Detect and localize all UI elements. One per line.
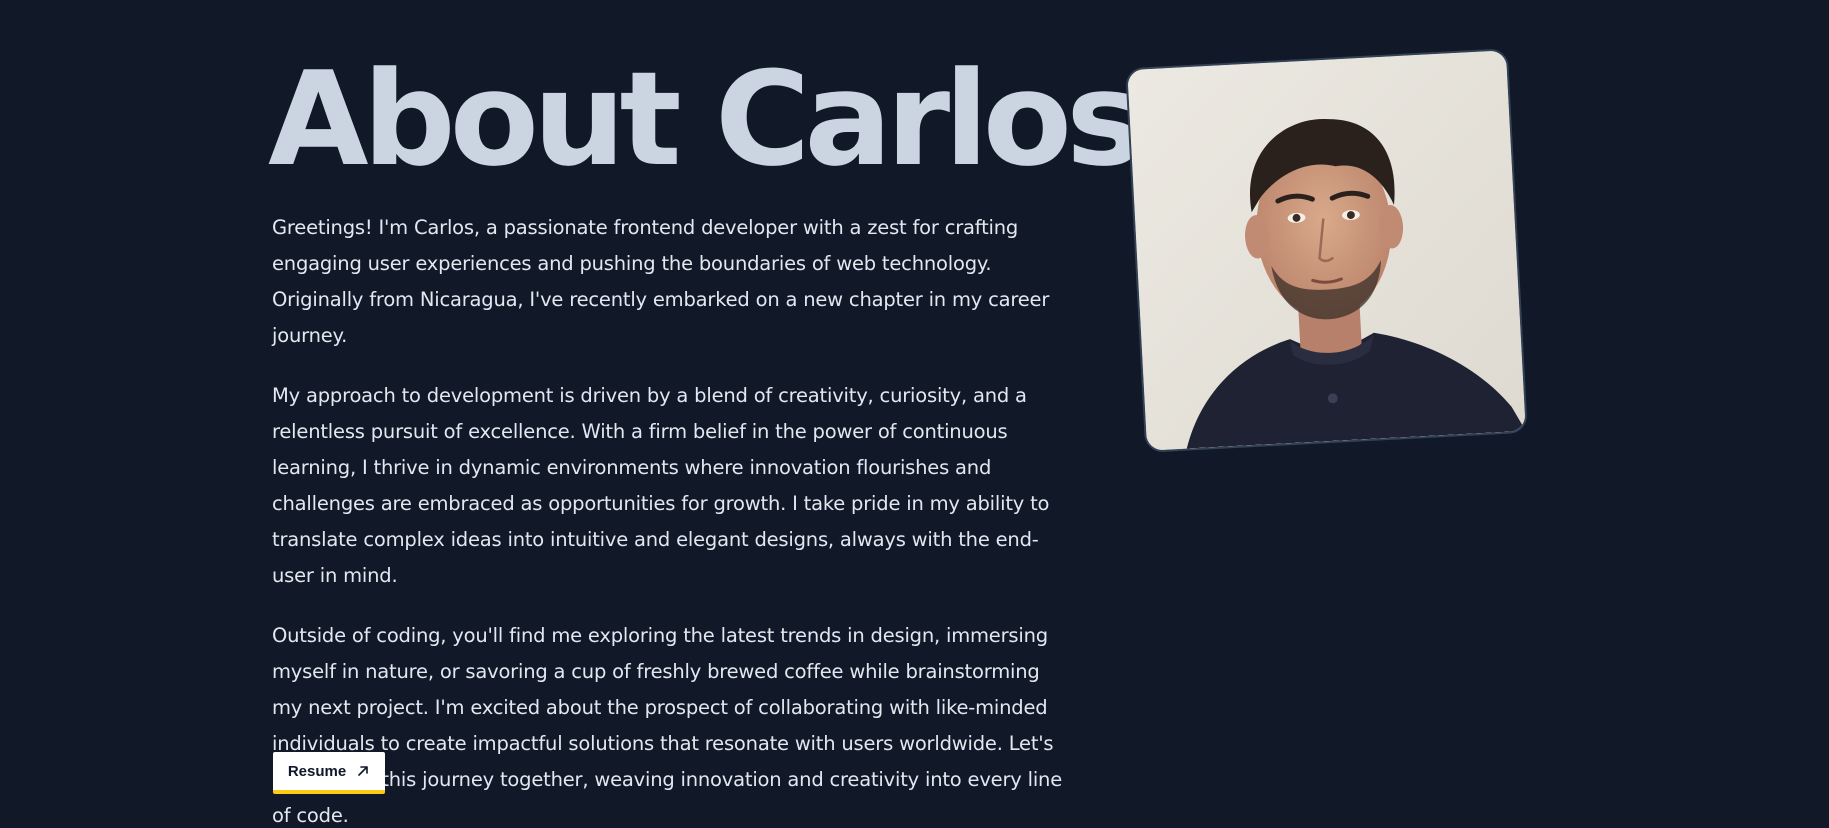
arrow-up-right-icon <box>356 764 370 778</box>
bio-paragraph-approach: My approach to development is driven by … <box>272 384 1050 587</box>
bio-section: Greetings! I'm Carlos, a passionate fron… <box>272 210 1062 828</box>
profile-photo-illustration <box>1127 50 1526 451</box>
bio-paragraph-intro: Greetings! I'm Carlos, a passionate fron… <box>272 216 1050 347</box>
profile-photo <box>1125 48 1528 453</box>
resume-button-label: Resume <box>287 762 347 780</box>
page-title: About Carlos <box>268 43 1143 195</box>
bio-paragraph-personal: Outside of coding, you'll find me explor… <box>272 624 1063 827</box>
resume-button[interactable]: Resume <box>273 752 385 794</box>
